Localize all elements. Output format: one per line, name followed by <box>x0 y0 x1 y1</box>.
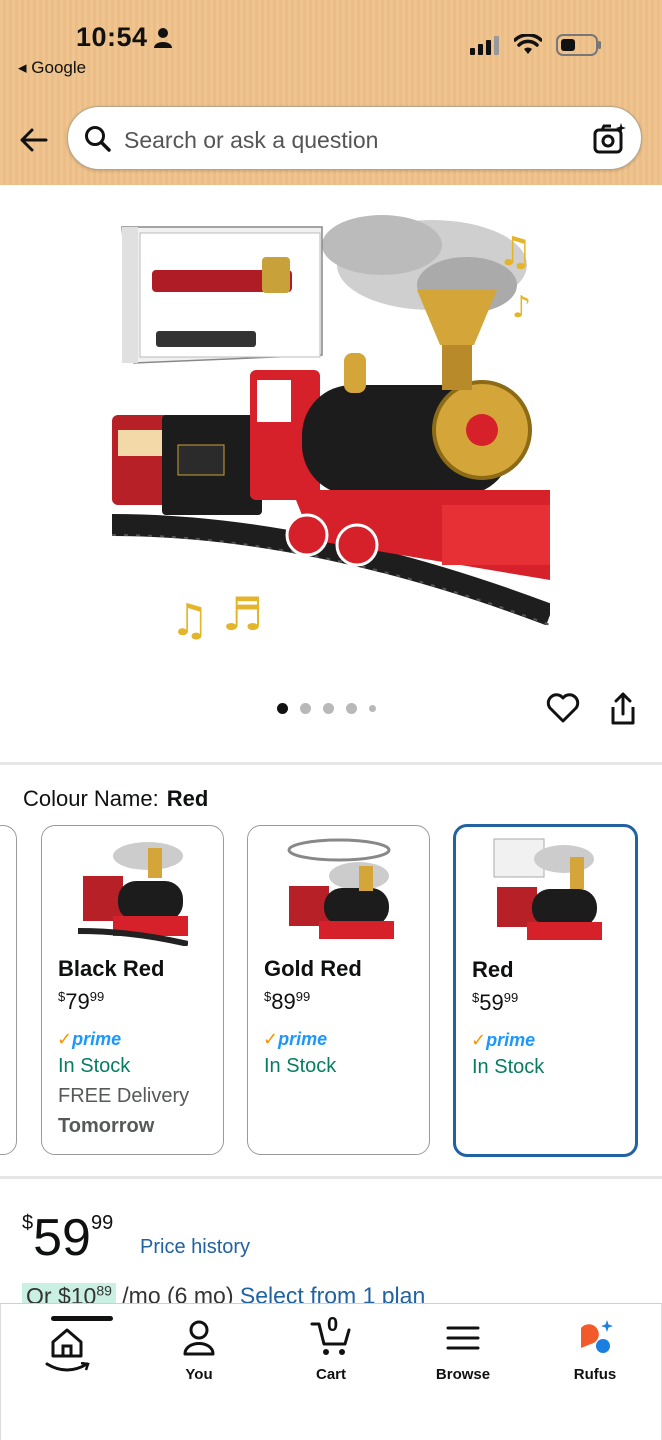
menu-icon <box>446 1326 480 1350</box>
carousel-dot[interactable] <box>277 703 288 714</box>
svg-text:♬: ♬ <box>222 587 263 641</box>
status-icons <box>470 34 602 56</box>
amazon-smile-icon <box>45 1362 90 1372</box>
tab-browse[interactable]: Browse <box>413 1316 513 1383</box>
stock-status: In Stock <box>472 1056 545 1078</box>
prime-badge: ✓prime <box>57 1029 122 1049</box>
select-plan-link[interactable]: Select from 1 plan <box>240 1283 425 1304</box>
variant-card-offscreen[interactable] <box>0 825 17 1155</box>
variant-price: $8999 <box>264 989 311 1014</box>
section-divider <box>0 762 662 765</box>
stock-status: In Stock <box>264 1055 337 1077</box>
signal-icon <box>470 36 499 55</box>
variant-card-black-red[interactable]: Black Red $7999 ✓prime In Stock FREE Del… <box>41 825 224 1155</box>
share-icon[interactable] <box>607 692 639 726</box>
variant-thumbnail <box>287 838 394 939</box>
colour-name-label: Colour Name: Red <box>23 786 208 812</box>
colour-selected-value: Red <box>166 786 209 811</box>
colour-label-text: Colour Name: <box>23 786 159 811</box>
search-placeholder: Search or ask a question <box>124 127 379 153</box>
installment-term: /mo (6 mo) <box>115 1282 240 1304</box>
wifi-icon <box>514 34 542 54</box>
person-status-icon <box>154 28 172 48</box>
home-icon <box>51 1328 83 1358</box>
image-carousel-dots[interactable] <box>277 703 376 714</box>
status-time: 10:54 <box>76 22 148 52</box>
back-to-google-link[interactable]: ◂ Google <box>18 58 86 78</box>
variant-card-gold-red[interactable]: Gold Red $8999 ✓prime In Stock <box>247 825 430 1155</box>
variant-name: Black Red <box>58 956 165 981</box>
back-arrow-icon[interactable] <box>18 124 50 156</box>
bottom-tab-bar: You 0 Cart Browse Rufus <box>0 1303 662 1440</box>
product-price: $5999 <box>22 1209 114 1267</box>
tab-home[interactable] <box>17 1316 117 1382</box>
carousel-dot[interactable] <box>300 703 311 714</box>
variant-name: Red <box>472 957 514 982</box>
delivery-day: Tomorrow <box>58 1115 155 1137</box>
product-image-train[interactable]: ♫ ♪ ♫ ♬ <box>112 205 550 645</box>
cart-count: 0 <box>327 1314 339 1336</box>
svg-text:♫: ♫ <box>497 229 533 275</box>
installment-offer: Or $1089 /mo (6 mo) Select from 1 plan <box>22 1282 662 1304</box>
active-tab-indicator <box>51 1316 113 1321</box>
carousel-dot[interactable] <box>323 703 334 714</box>
search-input[interactable]: Search or ask a question <box>67 106 642 170</box>
person-icon <box>183 1320 215 1356</box>
tab-cart-label: Cart <box>315 1366 346 1383</box>
variant-card-red-selected[interactable]: Red $5999 ✓prime In Stock <box>453 824 638 1157</box>
rufus-icon <box>581 1320 613 1353</box>
top-header: 10:54 ◂ Google Search or ask a question <box>0 0 662 185</box>
tab-you-label: You <box>185 1366 213 1383</box>
delivery-info: FREE Delivery <box>58 1085 190 1107</box>
search-icon <box>85 126 111 152</box>
tab-rufus-label: Rufus <box>573 1366 617 1383</box>
variant-price: $5999 <box>472 990 519 1015</box>
back-app-label: Google <box>31 58 87 77</box>
stock-status: In Stock <box>58 1055 131 1077</box>
variant-thumbnail <box>493 838 602 940</box>
carousel-dot[interactable] <box>346 703 357 714</box>
battery-icon <box>556 34 601 56</box>
svg-text:♫: ♫ <box>170 595 209 645</box>
section-divider <box>0 1176 662 1179</box>
camera-search-icon[interactable] <box>593 122 627 156</box>
installment-amount: Or $1089 <box>22 1282 116 1304</box>
variant-name: Gold Red <box>264 956 362 981</box>
tab-you[interactable]: You <box>149 1316 249 1383</box>
tab-cart[interactable]: 0 Cart <box>281 1314 381 1383</box>
wishlist-heart-icon[interactable] <box>546 692 580 724</box>
svg-text:♪: ♪ <box>512 290 531 325</box>
prime-badge: ✓prime <box>263 1029 328 1049</box>
variant-price: $7999 <box>58 989 105 1014</box>
prime-badge: ✓prime <box>471 1030 536 1050</box>
tab-rufus[interactable]: Rufus <box>545 1316 645 1383</box>
carousel-dot[interactable] <box>369 705 376 712</box>
price-history-link[interactable]: Price history <box>140 1236 250 1259</box>
tab-browse-label: Browse <box>435 1366 491 1383</box>
product-box-thumbnail <box>121 226 323 364</box>
variant-thumbnail <box>78 842 188 946</box>
